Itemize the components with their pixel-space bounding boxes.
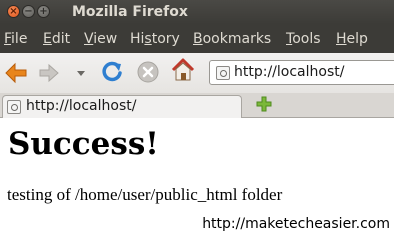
url-bar[interactable]: http://localhost/ xyxy=(209,60,394,85)
menu-bookmarks-label: ookmarks xyxy=(202,31,272,47)
menu-file[interactable]: File xyxy=(4,31,27,47)
menu-edit[interactable]: Edit xyxy=(43,31,70,47)
tab-favicon-icon xyxy=(7,100,21,114)
tab-label: http://localhost/ xyxy=(26,98,137,114)
menu-view-label: iew xyxy=(93,31,118,47)
page-favicon-icon xyxy=(216,66,230,80)
menu-history[interactable]: History xyxy=(130,31,180,47)
home-icon[interactable] xyxy=(170,57,196,83)
menu-tools-label: ools xyxy=(292,31,321,47)
menu-help-label: elp xyxy=(346,31,368,47)
forward-arrow-icon[interactable] xyxy=(38,63,60,83)
window-close-button[interactable]: × xyxy=(7,5,20,18)
url-text: http://localhost/ xyxy=(234,64,345,80)
menu-bookmarks-mnemonic: B xyxy=(193,31,203,47)
page-content: Success! testing of /home/user/public_ht… xyxy=(0,118,394,240)
menu-view-mnemonic: V xyxy=(84,31,94,47)
menu-help[interactable]: Help xyxy=(336,31,368,47)
history-dropdown-icon[interactable] xyxy=(76,70,86,78)
menu-bookmarks[interactable]: Bookmarks xyxy=(193,31,271,47)
menu-file-label: ile xyxy=(11,31,28,47)
menu-history-label: tory xyxy=(151,31,180,47)
menu-bar: File Edit View History Bookmarks Tools H… xyxy=(0,24,394,53)
page-body-text: testing of /home/user/public_html folder xyxy=(7,185,283,204)
menu-history-label-start: Hi xyxy=(130,31,145,47)
watermark-text: http://maketecheasier.com xyxy=(202,216,390,232)
reload-icon[interactable] xyxy=(100,60,124,84)
menu-edit-mnemonic: E xyxy=(43,31,52,47)
menu-help-mnemonic: H xyxy=(336,31,347,47)
window-minimize-button[interactable]: − xyxy=(22,5,35,18)
stop-icon[interactable] xyxy=(136,60,160,84)
back-arrow-icon[interactable] xyxy=(4,62,28,84)
page-heading: Success! xyxy=(8,126,159,162)
menu-tools[interactable]: Tools xyxy=(286,31,321,47)
window-titlebar: × − + Mozilla Firefox xyxy=(0,0,394,24)
new-tab-plus-icon[interactable] xyxy=(256,96,272,112)
menu-view[interactable]: View xyxy=(84,31,117,47)
window-maximize-button[interactable]: + xyxy=(37,5,50,18)
tab-localhost[interactable]: http://localhost/ xyxy=(2,95,242,119)
window-title: Mozilla Firefox xyxy=(72,4,188,20)
menu-history-mnemonic: s xyxy=(144,31,152,47)
menu-file-mnemonic: F xyxy=(4,31,12,47)
menu-edit-label: dit xyxy=(51,31,71,47)
